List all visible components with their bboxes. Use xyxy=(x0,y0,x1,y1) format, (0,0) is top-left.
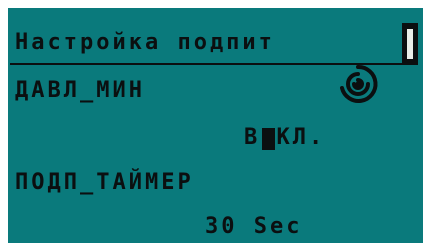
value-left: В xyxy=(244,125,261,150)
param-label-podp-timer[interactable]: ПОДП_ТАЙМЕР xyxy=(15,170,194,196)
screen-title: Настройка подпит xyxy=(15,30,275,55)
value-right: КЛ. xyxy=(276,125,326,150)
param-value-davl-min[interactable]: В КЛ. xyxy=(244,125,325,151)
edit-cursor xyxy=(262,128,275,150)
frame-edge-top xyxy=(0,0,429,8)
spinning-refresh-icon xyxy=(340,64,378,103)
frame-edge-left xyxy=(0,0,8,243)
param-label-davl-min[interactable]: ДАВЛ_МИН xyxy=(15,78,145,104)
frame-edge-right xyxy=(423,0,429,243)
lcd-display: Настройка подпит ДАВЛ_МИН В КЛ. ПОДП_ТАЙ… xyxy=(0,0,429,243)
bracket-cursor-icon xyxy=(402,23,418,65)
param-value-podp-timer[interactable]: 30 Sec xyxy=(205,214,302,240)
